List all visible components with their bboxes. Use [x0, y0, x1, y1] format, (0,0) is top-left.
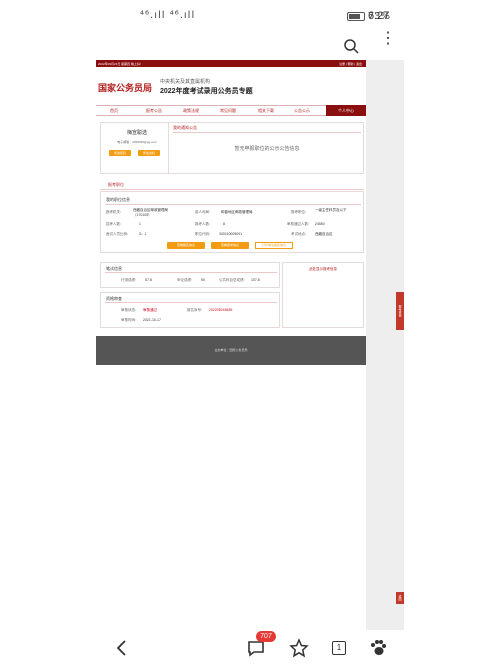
tabs-count-icon[interactable]: 1 — [332, 641, 346, 655]
user-name: 梅宣聪选 — [126, 130, 147, 136]
view-registration-button[interactable]: 查看报名信息 — [167, 242, 205, 249]
field-label: 报考机关： — [106, 210, 124, 214]
header-title: 2022年度考试录用公务员专题 — [160, 88, 253, 95]
paw-icon[interactable] — [368, 638, 388, 658]
score-value: 107.8 — [251, 278, 260, 282]
score-value: 50 — [201, 278, 205, 282]
notice-title: 我的通知公告 — [173, 125, 197, 130]
field-value: 西藏自治区 — [315, 232, 333, 236]
position-info-title: 我的职位信息 — [106, 197, 130, 202]
exam-panel: 笔试信息 行测成绩： 57.8 申论成绩： 50 公共科目总成绩： 107.8 — [100, 262, 280, 288]
score-value: 57.8 — [145, 278, 152, 282]
back-arrow-icon[interactable] — [112, 638, 132, 658]
print-registration-button[interactable]: 打印考生报名信息 — [255, 242, 293, 249]
review-status-label: 审核状态： — [121, 308, 139, 312]
field-value: 3：1 — [139, 232, 147, 236]
divider — [105, 302, 277, 303]
main-nav: 首页 报考公告 政策法规 常见问题 相关下载 公告公示 个人中心 — [96, 105, 366, 116]
field-label: 用人司局： — [195, 210, 213, 214]
field-value: 一级主任科员及以下 — [315, 208, 347, 212]
header-subtitle: 中央机关及其直属机构 — [160, 79, 211, 85]
field-value: 24560 — [315, 222, 325, 226]
field-value: 西藏自治区邮政管理局（170105） — [133, 208, 168, 217]
nav-downloads[interactable]: 相关下载 — [258, 108, 274, 114]
nav-announcements[interactable]: 报考公告 — [146, 108, 162, 114]
top-strip: 2022年09月24日 星期四 晚上好! 注册 | 帮助 | 退出 — [96, 60, 366, 67]
consult-side-tab[interactable]: 报考咨询 — [396, 292, 404, 330]
divider — [105, 272, 277, 273]
battery-icon — [347, 12, 365, 21]
search-icon[interactable] — [343, 38, 359, 54]
position-info-panel: 我的职位信息 报考机关： 西藏自治区邮政管理局（170105） 用人司局： 和普… — [100, 191, 364, 253]
score-label: 申论成绩： — [177, 278, 195, 282]
field-value: 和普地区邮政管理局 — [221, 210, 253, 214]
nav-public-notice[interactable]: 公告公示 — [294, 108, 310, 114]
field-label: 审核通过人数： — [287, 222, 312, 226]
review-time-value: 2021-10-17 — [143, 318, 161, 322]
webpage: 2022年09月24日 星期四 晚上好! 注册 | 帮助 | 退出 国家公务员局… — [96, 60, 366, 365]
field-value: 8 — [223, 222, 225, 226]
view-application-button[interactable]: 查看报考信息 — [211, 242, 249, 249]
notice-empty-text: 暂无申报职位的公示公告信息 — [234, 146, 300, 152]
review-time-label: 审核时间： — [121, 318, 139, 322]
field-label: 职位代码： — [195, 232, 213, 236]
field-value: 1 — [139, 222, 141, 226]
user-panel: 梅宣聪选 电子邮箱：2459430@gg.com 修改密码 修改资料 — [100, 122, 172, 174]
browser-toolbar: ⋮ — [0, 31, 500, 58]
screen: ⁴⁶.ıll ⁴⁶.ıll 73% 6:27 ⋮ 2022年09月24日 星期四… — [0, 0, 500, 666]
field-label: 面试人员比例： — [106, 232, 131, 236]
top-links[interactable]: 注册 | 帮助 | 退出 — [339, 62, 362, 66]
notice-panel: 我的通知公告 暂无申报职位的公示公告信息 — [168, 122, 364, 174]
date-greeting: 2022年09月24日 星期四 晚上好! — [98, 62, 141, 66]
review-status-value: 审核通过 — [143, 308, 157, 312]
nav-home[interactable]: 首页 — [110, 108, 118, 114]
bottom-nav: 707 1 — [0, 630, 500, 666]
signal-icons: ⁴⁶.ıll ⁴⁶.ıll — [140, 10, 196, 21]
field-label: 报考人数： — [195, 222, 213, 226]
apply-section-title: 报考职位 — [108, 182, 124, 187]
site-footer: 主办单位：国家公务员局 — [96, 336, 366, 365]
star-icon[interactable] — [289, 638, 309, 658]
divider — [100, 189, 364, 190]
change-password-button[interactable]: 修改密码 — [109, 150, 131, 156]
back-side-tab[interactable]: 返回 — [396, 592, 404, 604]
page-gray-margin — [366, 60, 404, 632]
clock: 6:27 — [368, 10, 390, 22]
side-info-panel: 此处显示报考信息 — [282, 262, 364, 328]
registration-number-value: 202205245489 — [209, 308, 233, 312]
divider — [105, 204, 361, 205]
field-value: 300110005001 — [219, 232, 243, 236]
nav-personal-center[interactable]: 个人中心 — [326, 105, 366, 116]
user-email: 电子邮箱：2459430@gg.com — [117, 140, 157, 144]
site-logo[interactable]: 国家公务员局 — [98, 81, 152, 94]
site-header: 国家公务员局 中央机关及其直属机构 2022年度考试录用公务员专题 — [96, 67, 366, 99]
score-label: 行测成绩： — [121, 278, 139, 282]
field-label: 招考人数： — [106, 222, 124, 226]
nav-policies[interactable]: 政策法规 — [183, 108, 199, 114]
more-vertical-icon[interactable]: ⋮ — [380, 31, 396, 47]
review-panel: 资格审查 审核状态： 审核通过 报名序号： 202205245489 审核时间：… — [100, 292, 280, 328]
footer-text: 主办单位：国家公务员局 — [214, 348, 248, 352]
edit-profile-button[interactable]: 修改资料 — [138, 150, 160, 156]
score-label: 公共科目总成绩： — [219, 278, 247, 282]
status-bar: ⁴⁶.ıll ⁴⁶.ıll 73% 6:27 — [0, 0, 500, 34]
comment-count-badge: 707 — [256, 631, 276, 642]
divider — [173, 132, 361, 133]
field-label: 报考职位： — [291, 210, 309, 214]
registration-number-label: 报名序号： — [187, 308, 205, 312]
side-info-text: 此处显示报考信息 — [309, 267, 337, 271]
field-label: 考试地点： — [291, 232, 309, 236]
nav-faq[interactable]: 常见问题 — [220, 108, 236, 114]
